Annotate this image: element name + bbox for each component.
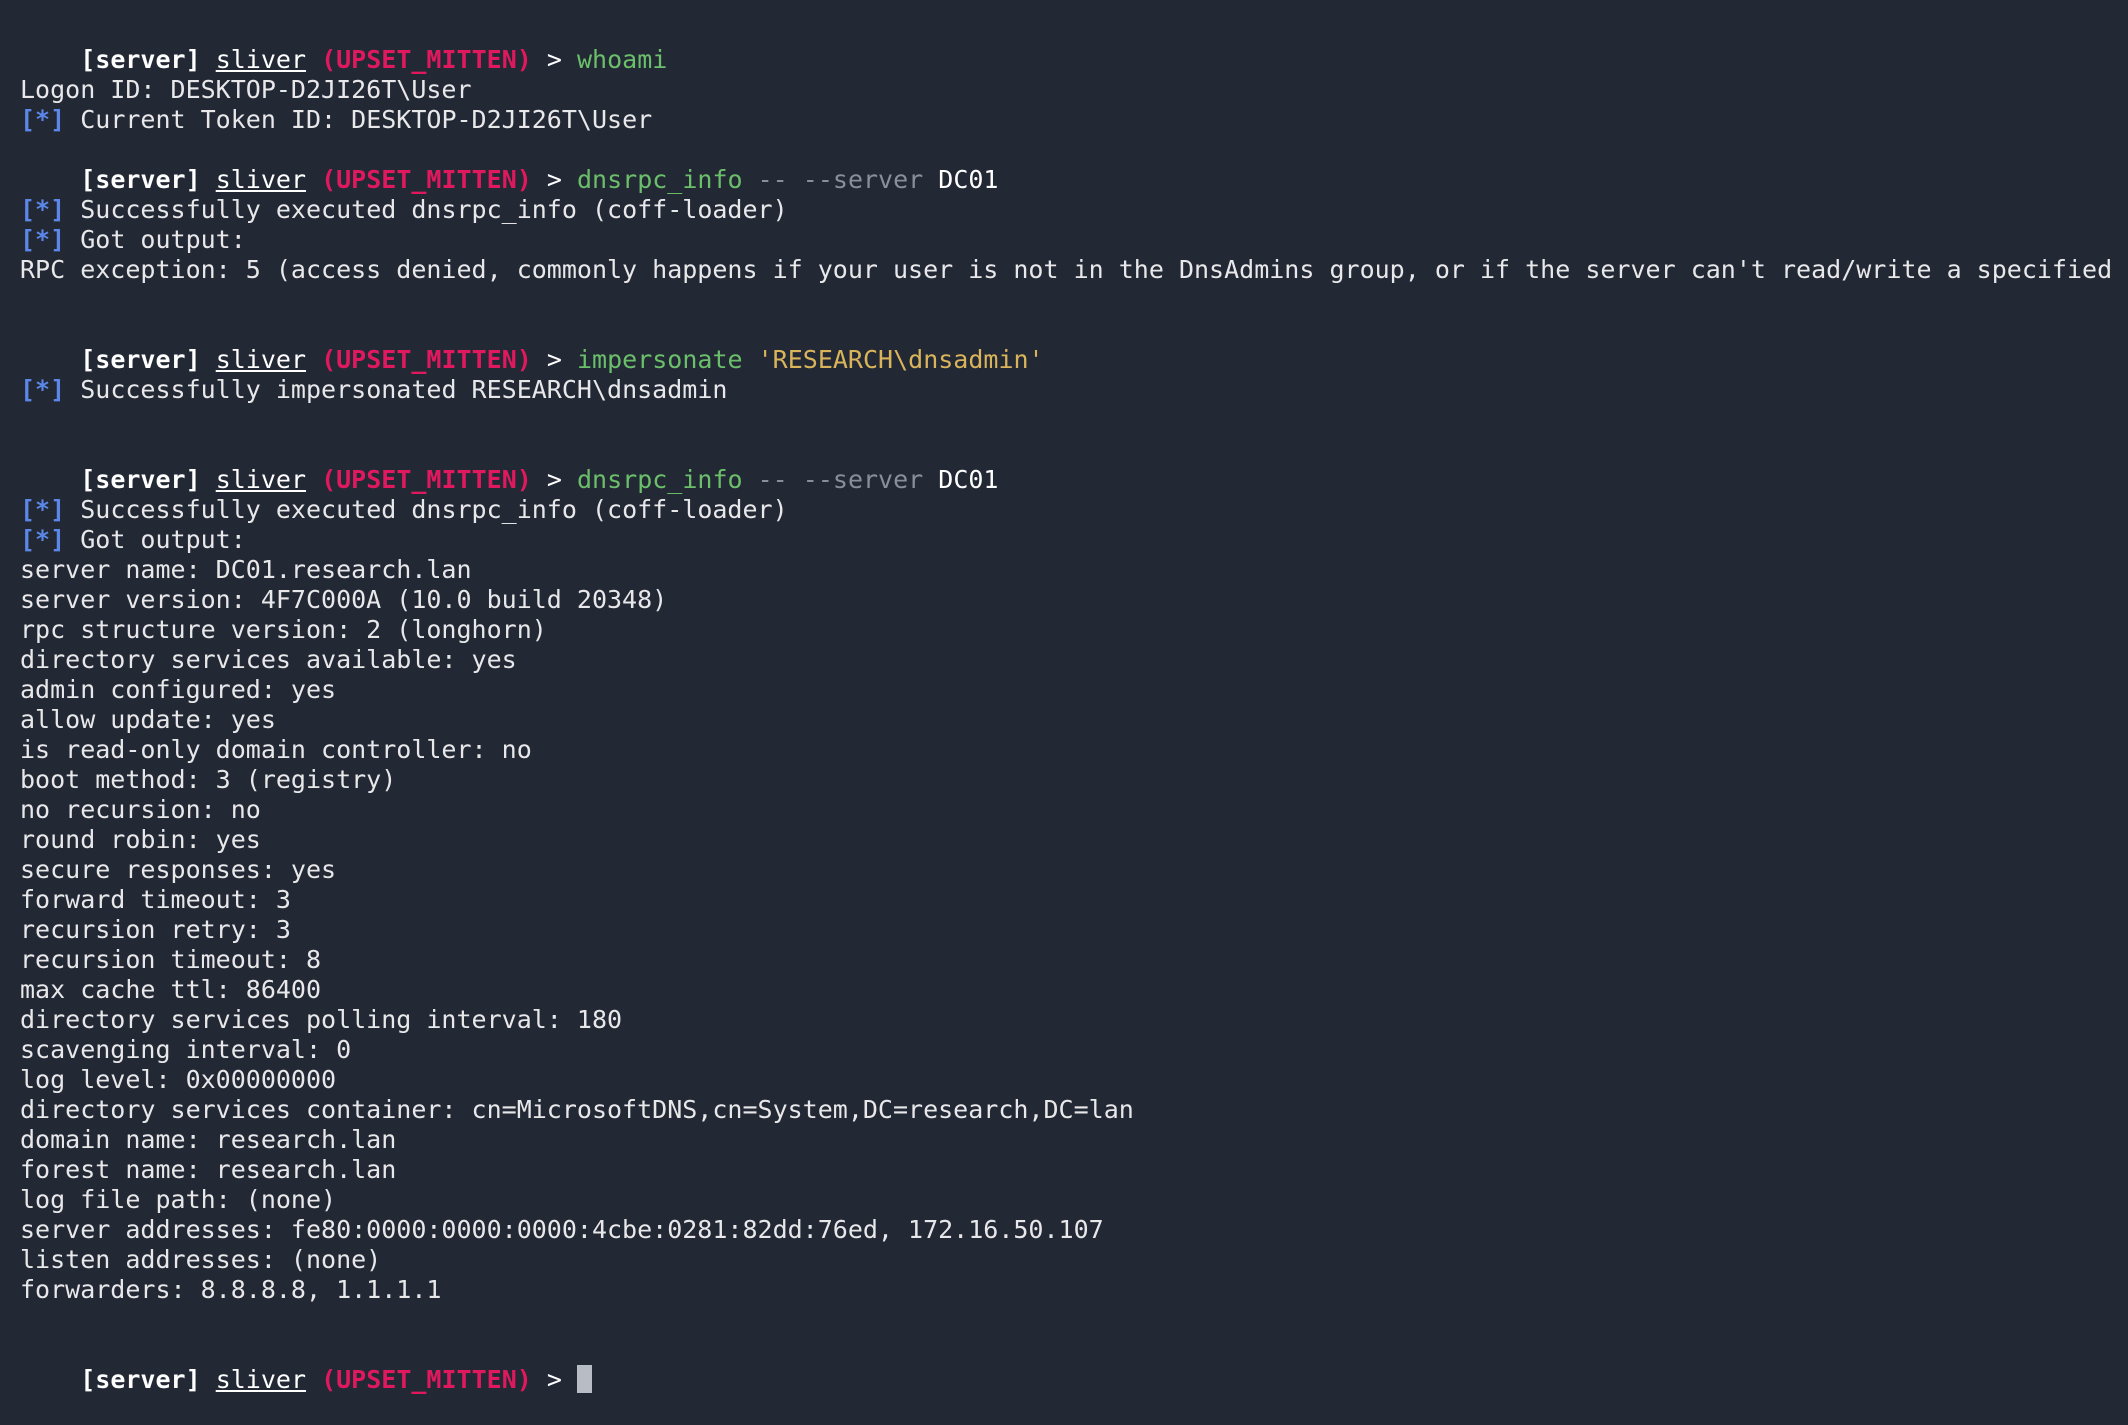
output-line: round robin: yes — [20, 825, 261, 854]
info-line: [*] Successfully executed dnsrpc_info (c… — [20, 195, 2108, 225]
prompt-server: [server] — [80, 345, 201, 374]
command-text: whoami — [576, 45, 668, 74]
prompt-server: [server] — [80, 165, 201, 194]
prompt-client: sliver — [215, 465, 307, 494]
prompt-session: (UPSET_MITTEN) — [321, 345, 532, 374]
prompt-arrow: > — [546, 45, 562, 74]
text-cursor[interactable] — [576, 1365, 592, 1393]
output-line: directory services available: yes — [20, 645, 517, 674]
command-arg: 'RESEARCH\dnsadmin' — [757, 345, 1044, 374]
prompt-arrow: > — [546, 345, 562, 374]
output-line: domain name: research.lan — [20, 1125, 397, 1154]
command-arg: DC01 — [938, 165, 999, 194]
output-line: RPC exception: 5 (access denied, commonl… — [20, 255, 2128, 284]
output-line: forest name: research.lan — [20, 1155, 397, 1184]
info-marker: [*] — [20, 525, 66, 554]
prompt-client: sliver — [215, 1365, 307, 1394]
output-line: directory services polling interval: 180 — [20, 1005, 623, 1034]
prompt-line: [server] sliver (UPSET_MITTEN) > imperso… — [20, 315, 2108, 374]
prompt-client: sliver — [215, 345, 307, 374]
output-line: log level: 0x00000000 — [20, 1065, 337, 1094]
output-line: Logon ID: DESKTOP-D2JI26T\User — [20, 75, 472, 104]
info-line: [*] Got output: — [20, 225, 2108, 255]
output-line: log file path: (none) — [20, 1185, 337, 1214]
command-text: impersonate — [576, 345, 743, 374]
info-marker: [*] — [20, 195, 66, 224]
prompt-arrow: > — [546, 165, 562, 194]
output-line: recursion timeout: 8 — [20, 945, 322, 974]
prompt-server: [server] — [80, 1365, 201, 1394]
output-line: rpc structure version: 2 (longhorn) — [20, 615, 547, 644]
command-flag: --server — [802, 465, 924, 494]
prompt-session: (UPSET_MITTEN) — [321, 465, 532, 494]
output-line: forwarders: 8.8.8.8, 1.1.1.1 — [20, 1275, 442, 1304]
prompt-client: sliver — [215, 45, 307, 74]
output-line: forward timeout: 3 — [20, 885, 291, 914]
output-line: secure responses: yes — [20, 855, 337, 884]
active-prompt-line[interactable]: [server] sliver (UPSET_MITTEN) > — [20, 1335, 2108, 1394]
output-line: is read-only domain controller: no — [20, 735, 532, 764]
prompt-line: [server] sliver (UPSET_MITTEN) > dnsrpc_… — [20, 135, 2108, 194]
output-line: listen addresses: (none) — [20, 1245, 382, 1274]
output-line: boot method: 3 (registry) — [20, 765, 397, 794]
info-marker: [*] — [20, 105, 66, 134]
output-line: directory services container: cn=Microso… — [20, 1095, 1134, 1124]
info-text: Current Token ID: DESKTOP-D2JI26T\User — [80, 105, 653, 134]
output-line: admin configured: yes — [20, 675, 337, 704]
prompt-server: [server] — [80, 45, 201, 74]
command-arg: DC01 — [938, 465, 999, 494]
output-line: allow update: yes — [20, 705, 276, 734]
output-line: recursion retry: 3 — [20, 915, 291, 944]
terminal-window[interactable]: [server] sliver (UPSET_MITTEN) > whoami … — [20, 15, 2128, 1394]
prompt-arrow: > — [546, 1365, 562, 1394]
command-text: dnsrpc_info — [576, 165, 743, 194]
command-separator: -- — [757, 165, 788, 194]
prompt-line: [server] sliver (UPSET_MITTEN) > dnsrpc_… — [20, 435, 2108, 494]
command-flag: --server — [802, 165, 924, 194]
output-line: no recursion: no — [20, 795, 261, 824]
info-marker: [*] — [20, 225, 66, 254]
prompt-session: (UPSET_MITTEN) — [321, 165, 532, 194]
output-line: server version: 4F7C000A (10.0 build 203… — [20, 585, 668, 614]
prompt-client: sliver — [215, 165, 307, 194]
info-marker: [*] — [20, 375, 66, 404]
info-line: [*] Got output: — [20, 525, 2108, 555]
prompt-session: (UPSET_MITTEN) — [321, 1365, 532, 1394]
output-line: max cache ttl: 86400 — [20, 975, 322, 1004]
command-separator: -- — [757, 465, 788, 494]
output-line: server name: DC01.research.lan — [20, 555, 472, 584]
output-line: server addresses: fe80:0000:0000:0000:4c… — [20, 1215, 1104, 1244]
info-line: [*] Successfully executed dnsrpc_info (c… — [20, 495, 2108, 525]
info-marker: [*] — [20, 495, 66, 524]
command-text: dnsrpc_info — [576, 465, 743, 494]
info-text: Successfully executed dnsrpc_info (coff-… — [80, 195, 788, 224]
prompt-server: [server] — [80, 465, 201, 494]
info-line: [*] Successfully impersonated RESEARCH\d… — [20, 375, 2108, 405]
prompt-line: [server] sliver (UPSET_MITTEN) > whoami — [20, 15, 2108, 74]
prompt-arrow: > — [546, 465, 562, 494]
prompt-session: (UPSET_MITTEN) — [321, 45, 532, 74]
info-text: Got output: — [80, 525, 246, 554]
info-line: [*] Current Token ID: DESKTOP-D2JI26T\Us… — [20, 105, 2108, 135]
info-text: Successfully executed dnsrpc_info (coff-… — [80, 495, 788, 524]
output-line: scavenging interval: 0 — [20, 1035, 352, 1064]
info-text: Successfully impersonated RESEARCH\dnsad… — [80, 375, 728, 404]
info-text: Got output: — [80, 225, 246, 254]
